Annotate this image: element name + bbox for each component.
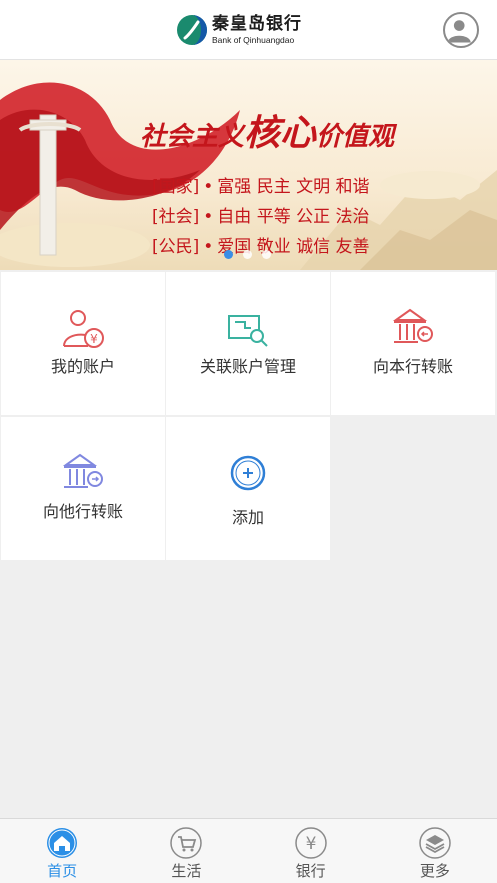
bank-name-cn: 秦皇岛银行: [212, 13, 302, 34]
tab-label: 首页: [47, 862, 78, 880]
tab-bank[interactable]: ¥ 银行: [249, 819, 373, 883]
banner-title-emphasis: 核心: [244, 112, 317, 154]
banner-title-suffix: 价值观: [316, 122, 395, 152]
tile-add[interactable]: 添加: [166, 417, 330, 560]
bank-logo-icon: [177, 15, 207, 45]
values-row-bullet: •: [203, 177, 214, 197]
tile-label: 关联账户管理: [199, 357, 296, 376]
bottom-tab-bar: 首页 生活 ¥ 银行 更多: [0, 818, 497, 883]
svg-text:¥: ¥: [90, 332, 98, 346]
bank-transfer-icon: [392, 308, 433, 343]
add-circle-icon: [230, 455, 266, 491]
tile-label: 添加: [231, 508, 264, 527]
banner-dot-2[interactable]: [243, 250, 252, 259]
user-avatar-button[interactable]: [443, 12, 479, 48]
values-row-bullet: •: [203, 237, 214, 257]
user-icon: [447, 20, 471, 43]
values-row-text: 富强 民主 文明 和谐: [217, 177, 370, 197]
cart-icon: [170, 827, 203, 859]
tile-label: 向他行转账: [42, 502, 123, 521]
bank-name-en: Bank of Qinhuangdao: [212, 34, 295, 45]
banner-dot-3[interactable]: [262, 250, 271, 259]
tab-home[interactable]: 首页: [0, 819, 124, 883]
values-row-national: [国家] • 富强 民主 文明 和谐: [152, 172, 370, 197]
tile-transfer-same-bank[interactable]: 向本行转账: [331, 272, 495, 415]
values-row-tag: [公民]: [152, 237, 200, 257]
tile-transfer-other-bank[interactable]: 向他行转账: [1, 417, 165, 560]
tile-linked-accounts[interactable]: 关联账户管理: [166, 272, 330, 415]
layers-icon: [419, 827, 451, 859]
yen-icon: ¥: [294, 827, 327, 859]
banner-title: 社会主义核心价值观: [140, 104, 394, 156]
bank-logo: 秦皇岛银行 Bank of Qinhuangdao: [176, 12, 302, 48]
other-bank-transfer-icon: [62, 453, 103, 488]
svg-text:¥: ¥: [305, 834, 316, 854]
values-row-social: [社会] • 自由 平等 公正 法治: [152, 202, 370, 227]
tab-life[interactable]: 生活: [124, 819, 248, 883]
values-row-text: 自由 平等 公正 法治: [217, 207, 370, 227]
tile-label: 向本行转账: [372, 357, 453, 376]
top-header: 秦皇岛银行 Bank of Qinhuangdao: [0, 0, 497, 60]
values-row-tag: [社会]: [152, 207, 200, 227]
tab-label: 生活: [171, 862, 202, 880]
linked-card-search-icon: [228, 315, 268, 347]
tab-more[interactable]: 更多: [373, 819, 497, 883]
home-icon: [47, 828, 78, 858]
promo-banner[interactable]: 社会主义核心价值观 [国家] • 富强 民主 文明 和谐 [社会] • 自由 平等 公正…: [0, 60, 497, 270]
values-row-bullet: •: [203, 207, 214, 227]
tab-label: 银行: [295, 862, 326, 880]
tile-label: 我的账户: [50, 357, 115, 376]
banner-dot-1[interactable]: [224, 250, 233, 259]
tile-my-account[interactable]: ¥ 我的账户: [1, 272, 165, 415]
values-row-tag: [国家]: [152, 177, 200, 197]
banner-title-prefix: 社会主义: [140, 122, 245, 152]
tab-label: 更多: [419, 862, 450, 880]
user-yen-icon: ¥: [63, 310, 104, 348]
banner-pagination: [224, 250, 271, 259]
